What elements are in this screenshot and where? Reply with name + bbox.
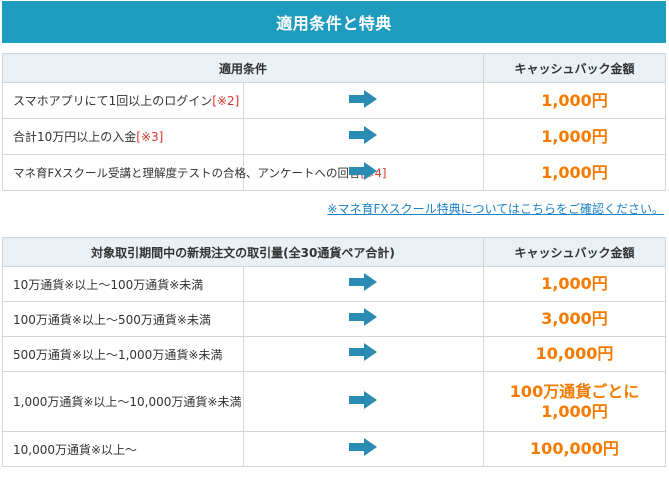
condition-cell: スマホアプリにて1回以上のログイン[※2] <box>2 82 244 119</box>
arrow-cell <box>242 266 484 302</box>
right-arrow-icon <box>349 125 378 144</box>
arrow-cell <box>242 82 484 119</box>
condition-cell: マネ育FXスクール受講と理解度テストの合格、アンケートへの回答[※4] <box>2 154 386 191</box>
cashback-amount: 1,000円 <box>483 266 666 302</box>
amount-line: 3,000円 <box>541 309 608 328</box>
page-title: 適用条件と特典 <box>2 1 666 43</box>
arrow-cell <box>242 301 484 337</box>
right-arrow-icon <box>349 390 378 409</box>
condition-text: スマホアプリにて1回以上のログイン <box>13 94 213 108</box>
conditions-table: 適用条件 キャッシュバック金額 スマホアプリにて1回以上のログイン[※2] 1,… <box>2 53 666 191</box>
cashback-amount: 10,000円 <box>483 336 666 372</box>
header-amount: キャッシュバック金額 <box>483 237 666 267</box>
cashback-amount: 1,000円 <box>483 154 666 191</box>
arrow-cell <box>242 371 484 432</box>
right-arrow-icon <box>349 308 378 326</box>
cashback-amount: 100,000円 <box>483 431 666 467</box>
volume-range: 10,000万通貨※以上～ <box>2 431 244 467</box>
reference-note: [※2] <box>212 94 240 108</box>
cashback-amount: 3,000円 <box>483 301 666 337</box>
table-row: 10,000万通貨※以上～ 100,000円 <box>2 431 666 467</box>
table-row: 1,000万通貨※以上～10,000万通貨※未満 100万通貨ごとに 1,000円 <box>2 371 666 432</box>
arrow-cell <box>242 118 484 155</box>
condition-text: 合計10万円以上の入金 <box>13 130 137 144</box>
right-arrow-icon <box>349 89 378 108</box>
right-arrow-icon <box>349 438 378 456</box>
header-condition: 適用条件 <box>2 53 484 83</box>
volume-range: 1,000万通貨※以上～10,000万通貨※未満 <box>2 371 244 432</box>
table-row: 合計10万円以上の入金[※3] 1,000円 <box>2 118 666 155</box>
cashback-amount: 1,000円 <box>483 118 666 155</box>
reference-note: [※3] <box>136 130 164 144</box>
amount-line: 100万通貨ごとに <box>509 381 640 401</box>
volume-table: 対象取引期間中の新規注文の取引量(全30通貨ペア合計) キャッシュバック金額 1… <box>2 237 666 467</box>
amount-line: 100,000円 <box>530 439 619 458</box>
table-row: 500万通貨※以上～1,000万通貨※未満 10,000円 <box>2 336 666 372</box>
volume-range: 10万通貨※以上～100万通貨※未満 <box>2 266 244 302</box>
table-row: 100万通貨※以上～500万通貨※未満 3,000円 <box>2 301 666 337</box>
school-bonus-link[interactable]: ※マネ育FXスクール特典についてはこちらをご確認ください。 <box>327 200 664 217</box>
arrow-cell <box>242 336 484 372</box>
table-header-row: 適用条件 キャッシュバック金額 <box>2 53 666 83</box>
cashback-amount: 1,000円 <box>483 82 666 119</box>
amount-line: 10,000円 <box>535 344 614 363</box>
condition-cell: 合計10万円以上の入金[※3] <box>2 118 244 155</box>
arrow-cell <box>242 431 484 467</box>
table-row: マネ育FXスクール受講と理解度テストの合格、アンケートへの回答[※4] 1,00… <box>2 154 666 191</box>
header-amount: キャッシュバック金額 <box>483 53 666 83</box>
cashback-amount: 100万通貨ごとに 1,000円 <box>483 371 666 432</box>
table-header-row: 対象取引期間中の新規注文の取引量(全30通貨ペア合計) キャッシュバック金額 <box>2 237 666 267</box>
table-row: スマホアプリにて1回以上のログイン[※2] 1,000円 <box>2 82 666 119</box>
volume-range: 500万通貨※以上～1,000万通貨※未満 <box>2 336 244 372</box>
header-condition: 対象取引期間中の新規注文の取引量(全30通貨ペア合計) <box>2 237 484 267</box>
right-arrow-icon <box>349 273 378 291</box>
right-arrow-icon <box>349 161 378 180</box>
right-arrow-icon <box>349 343 378 361</box>
amount-line: 1,000円 <box>541 401 608 421</box>
amount-line: 1,000円 <box>541 274 608 293</box>
condition-text: マネ育FXスクール受講と理解度テストの合格、アンケートへの回答 <box>13 165 361 180</box>
table-row: 10万通貨※以上～100万通貨※未満 1,000円 <box>2 266 666 302</box>
volume-range: 100万通貨※以上～500万通貨※未満 <box>2 301 244 337</box>
